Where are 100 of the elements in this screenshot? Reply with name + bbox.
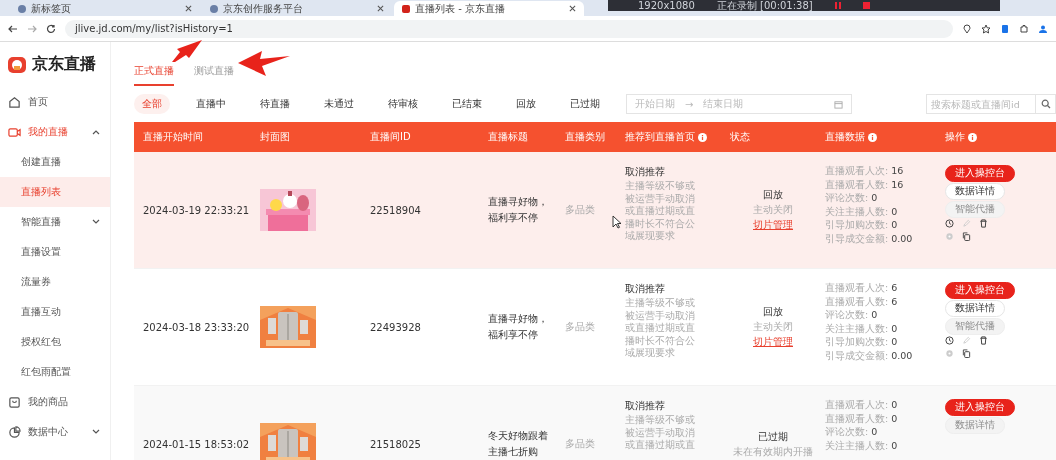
copy-icon[interactable] [962, 349, 971, 358]
table-cell: 2024-03-18 23:33:20 [143, 321, 250, 333]
sidebar-subitem[interactable]: 流量券 [0, 267, 110, 297]
category-text: 多品类 [565, 437, 595, 451]
reload-icon[interactable] [46, 23, 56, 34]
info-icon[interactable] [968, 132, 977, 142]
sidebar-item[interactable]: 我的直播 [0, 117, 110, 147]
info-icon[interactable] [698, 132, 707, 142]
browser-tab[interactable]: 新标签页 [10, 1, 200, 16]
clip-manage-link[interactable]: 切片管理 [753, 335, 793, 349]
live-title: 直播寻好物，福利享不停 [488, 312, 549, 342]
console-button[interactable]: 进入操控台 [945, 399, 1015, 416]
sidebar-item[interactable]: 数据中心 [0, 417, 110, 447]
recommend-note: 主播等级不够或被运营手动取消或直播过期或直 [625, 414, 696, 452]
stat-line: 直播观看人次: 6 [825, 282, 898, 295]
status-text: 回放 [763, 305, 783, 319]
column-header: 直播数据 [825, 130, 865, 144]
stop-icon[interactable] [862, 2, 870, 9]
sidebar-subitem[interactable]: 创建直播 [0, 147, 110, 177]
action-button[interactable]: 数据详情 [945, 183, 1005, 200]
filter-tab[interactable]: 直播中 [188, 94, 234, 114]
recording-resolution: 1920x1080 [638, 0, 695, 11]
sidebar-subitem[interactable]: 直播列表 [0, 177, 110, 207]
filter-tab[interactable]: 已结束 [444, 94, 490, 114]
copy-icon[interactable] [962, 232, 971, 241]
chevron-icon[interactable] [92, 129, 100, 135]
video-icon [8, 125, 21, 139]
recommend-note: 主播等级不够或被运营手动取消或直播过期或直播时长不符合公域展现要求 [625, 297, 696, 360]
sidebar-subitem[interactable]: 红包雨配置 [0, 357, 110, 387]
close-icon[interactable] [569, 5, 576, 12]
cancel-recommend-link[interactable]: 取消推荐 [625, 282, 665, 296]
star-icon[interactable] [981, 23, 991, 34]
close-icon[interactable] [185, 5, 192, 12]
annotation-arrow [172, 40, 202, 62]
stat-line: 关注主播人数: 0 [825, 322, 898, 335]
logo-icon [7, 54, 27, 75]
category-text: 多品类 [565, 203, 595, 217]
back-icon[interactable] [8, 23, 18, 34]
browser-tab[interactable]: 直播列表 - 京东直播 [394, 1, 584, 16]
home-icon [8, 95, 21, 109]
search-button[interactable] [1036, 94, 1056, 114]
column-header: 封面图 [260, 130, 290, 144]
tab[interactable]: 正式直播 [134, 62, 174, 86]
filter-tab[interactable]: 回放 [508, 94, 544, 114]
close-icon[interactable] [377, 5, 384, 12]
table-cell: 2024-03-19 22:33:21 [143, 204, 250, 216]
range-separator: → [685, 98, 694, 110]
filter-tab[interactable]: 全部 [134, 94, 170, 114]
live-title: 直播寻好物，福利享不停 [488, 195, 549, 225]
column-header: 直播标题 [488, 130, 528, 144]
sidebar-subitem[interactable]: 直播设置 [0, 237, 110, 267]
column-header: 推荐到直播首页 [625, 130, 695, 144]
trash-icon[interactable] [979, 336, 988, 345]
trash-icon[interactable] [979, 219, 988, 228]
chevron-icon[interactable] [92, 219, 100, 225]
cancel-recommend-link[interactable]: 取消推荐 [625, 399, 665, 413]
stat-line: 关注主播人数: 0 [825, 439, 898, 452]
clock-icon[interactable] [945, 336, 954, 345]
address-bar[interactable]: jlive.jd.com/my/list?isHistory=1 [65, 19, 953, 38]
action-button[interactable]: 数据详情 [945, 300, 1005, 317]
console-button[interactable]: 进入操控台 [945, 282, 1015, 299]
status-text: 回放 [763, 188, 783, 202]
chevron-icon[interactable] [92, 429, 100, 435]
bag-icon [8, 395, 21, 409]
sidebar-item[interactable]: 首页 [0, 87, 110, 117]
stat-line: 评论次数: 0 [825, 192, 878, 205]
sidebar-subitem[interactable]: 直播互动 [0, 297, 110, 327]
filter-tab[interactable]: 待审核 [380, 94, 426, 114]
sidebar-subitem[interactable]: 授权红包 [0, 327, 110, 357]
filter-tab[interactable]: 待直播 [252, 94, 298, 114]
profile-icon[interactable] [1038, 23, 1048, 34]
pause-icon[interactable] [834, 2, 841, 9]
sidebar-item[interactable]: 我的商品 [0, 387, 110, 417]
sidebar-subitem[interactable]: 智能直播 [0, 207, 110, 237]
site-icon [18, 4, 26, 13]
browser-tab[interactable]: 京东创作服务平台 [202, 1, 392, 16]
live-title: 冬天好物跟着主播七折购 [488, 429, 549, 459]
table-cell: 2024-01-15 18:53:02 [143, 438, 250, 450]
category-text: 多品类 [565, 320, 595, 334]
cancel-recommend-link[interactable]: 取消推荐 [625, 165, 665, 179]
info-icon[interactable] [868, 132, 877, 142]
cursor-icon [612, 215, 621, 229]
stat-line: 直播观看人次: 0 [825, 399, 898, 412]
annotation-arrow [238, 50, 290, 76]
stat-line: 评论次数: 0 [825, 309, 878, 322]
search-icon [1040, 99, 1051, 109]
location-icon[interactable] [962, 23, 972, 34]
console-button[interactable]: 进入操控台 [945, 165, 1015, 182]
column-header: 直播开始时间 [143, 130, 203, 144]
extension-icon[interactable] [1000, 23, 1010, 34]
site-icon [210, 4, 218, 13]
clock-icon[interactable] [945, 219, 954, 228]
recording-status: 正在录制 [00:01:38] [716, 0, 813, 11]
stat-line: 评论次数: 0 [825, 426, 878, 439]
table-cell: 22493928 [370, 321, 421, 333]
filter-tab[interactable]: 未通过 [316, 94, 362, 114]
status-text: 已过期 [758, 429, 788, 444]
filter-tab[interactable]: 已过期 [562, 94, 608, 114]
clip-manage-link[interactable]: 切片管理 [753, 218, 793, 232]
site-icon [402, 4, 410, 13]
